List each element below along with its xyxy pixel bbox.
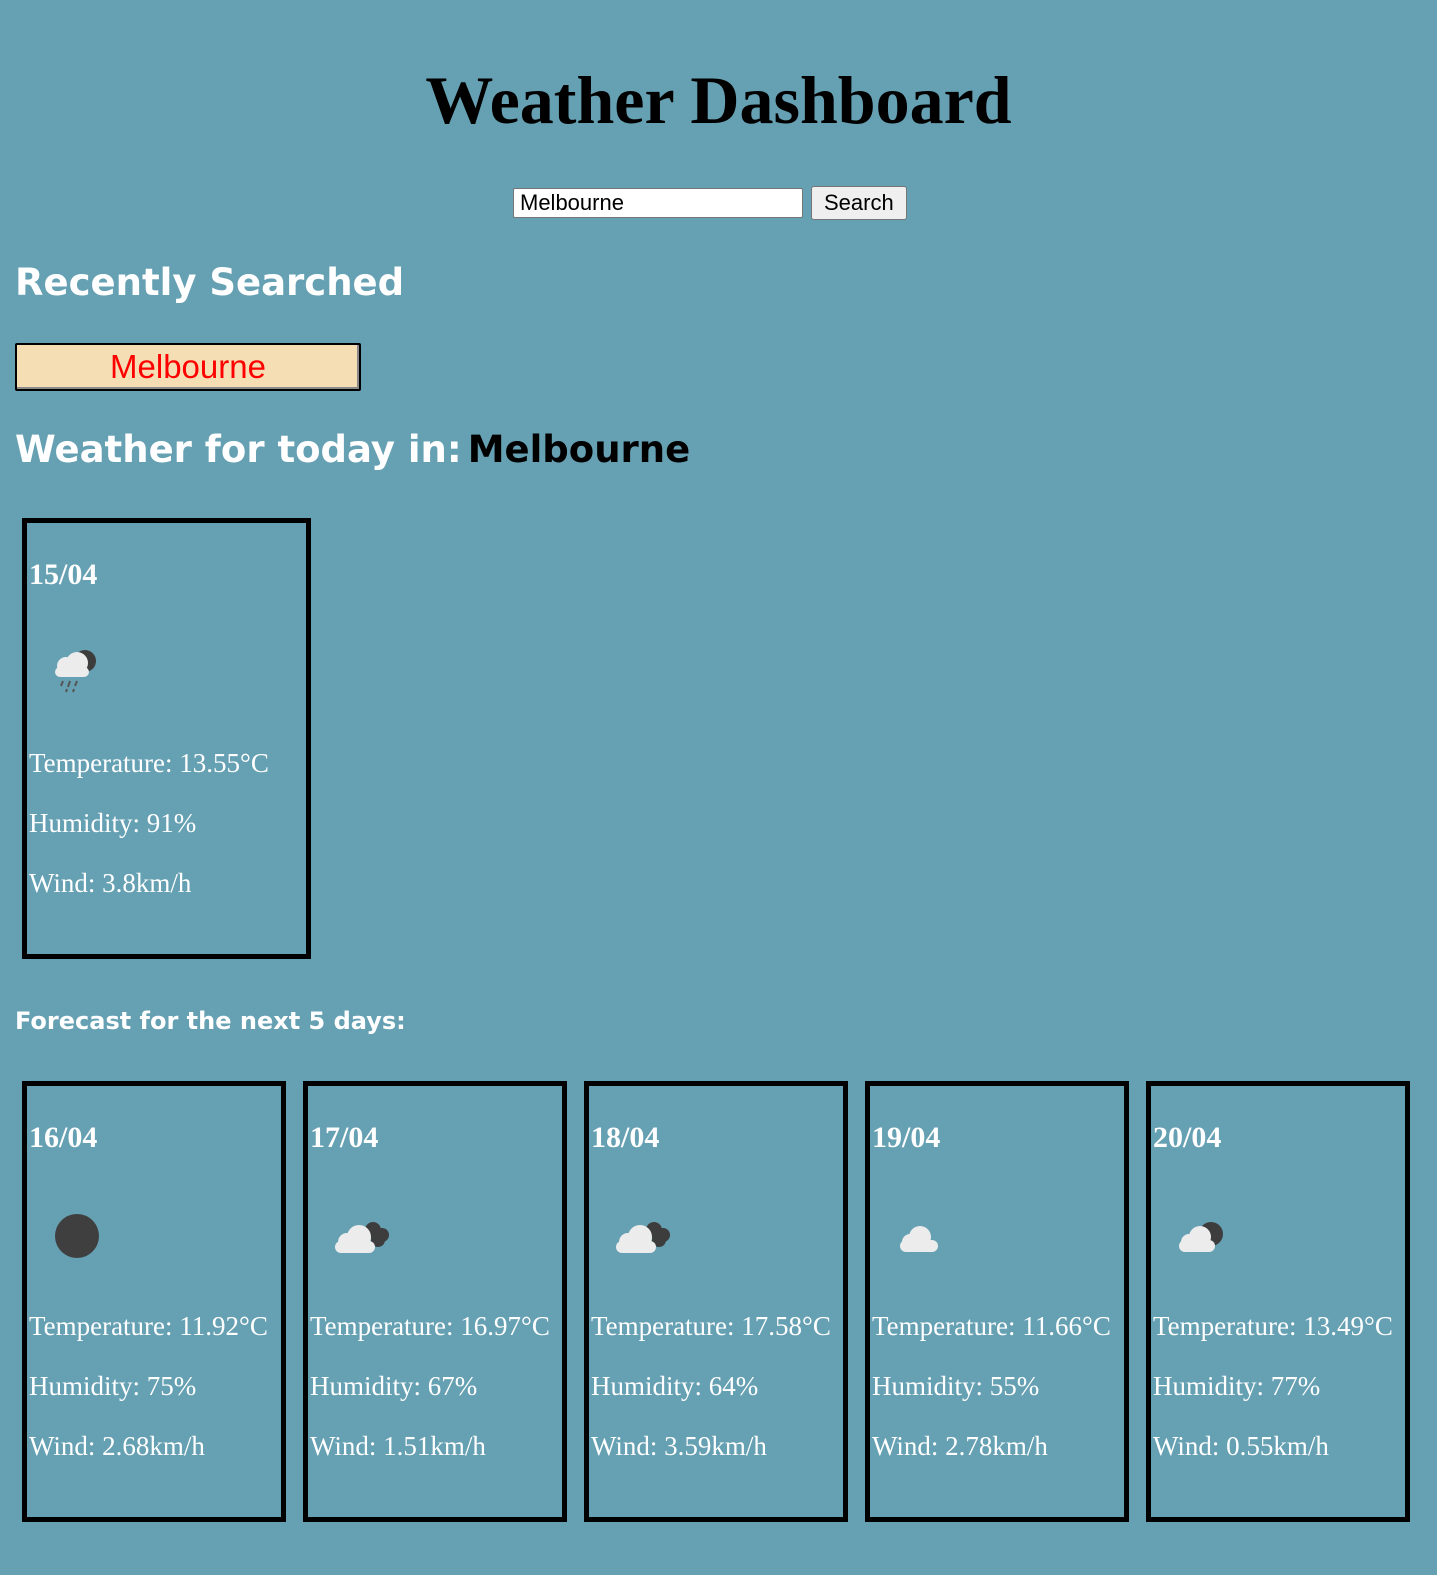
search-input[interactable] [513, 188, 803, 218]
broken-clouds-icon [616, 1222, 670, 1253]
forecast-card: 19/04 Temperature: 11.66°C Humidity: 55%… [865, 1081, 1129, 1522]
card-humidity: Humidity: 64% [591, 1371, 759, 1401]
card-temperature: Temperature: 11.92°C [29, 1311, 268, 1341]
forecast-card: 16/04 Temperature: 11.92°C Humidity: 75%… [22, 1081, 286, 1522]
card-temperature: Temperature: 16.97°C [310, 1311, 550, 1341]
card-temperature: Temperature: 17.58°C [591, 1311, 831, 1341]
card-wind: Wind: 3.8km/h [29, 868, 192, 898]
today-city: Melbourne [467, 428, 691, 471]
card-wind: Wind: 0.55km/h [1153, 1431, 1329, 1461]
card-wind: Wind: 1.51km/h [310, 1431, 486, 1461]
card-date: 16/04 [29, 1121, 98, 1154]
card-wind: Wind: 3.59km/h [591, 1431, 767, 1461]
cloud-icon [900, 1226, 938, 1252]
card-humidity: Humidity: 55% [872, 1371, 1040, 1401]
forecast-card: 17/04 Temperature: 16.97°C Humidity: 67%… [303, 1081, 567, 1522]
recently-searched-heading: Recently Searched [15, 261, 405, 304]
recent-search-item-melbourne[interactable]: Melbourne [15, 343, 361, 391]
card-date: 17/04 [310, 1121, 379, 1154]
card-wind: Wind: 2.78km/h [872, 1431, 1048, 1461]
card-temperature: Temperature: 13.55°C [29, 748, 269, 778]
card-date: 20/04 [1153, 1121, 1222, 1154]
card-wind: Wind: 2.68km/h [29, 1431, 205, 1461]
forecast-card: 20/04 Temperature: 13.49°C Humidity: 77%… [1146, 1081, 1410, 1522]
card-date: 18/04 [591, 1121, 660, 1154]
forecast-card: 18/04 Temperature: 17.58°C Humidity: 64%… [584, 1081, 848, 1522]
card-date: 15/04 [29, 558, 98, 591]
search-bar: Search [513, 186, 907, 220]
today-heading-label: Weather for today in: [15, 428, 462, 471]
card-temperature: Temperature: 11.66°C [872, 1311, 1111, 1341]
clear-night-icon [55, 1214, 99, 1258]
card-humidity: Humidity: 91% [29, 808, 197, 838]
search-button[interactable]: Search [811, 186, 907, 220]
card-humidity: Humidity: 75% [29, 1371, 197, 1401]
broken-clouds-icon [335, 1222, 389, 1253]
card-temperature: Temperature: 13.49°C [1153, 1311, 1393, 1341]
today-weather-card: 15/04 Temperature: 13.55°C Humidity: 91%… [22, 518, 311, 959]
card-humidity: Humidity: 67% [310, 1371, 478, 1401]
forecast-heading: Forecast for the next 5 days: [15, 1007, 406, 1035]
card-humidity: Humidity: 77% [1153, 1371, 1321, 1401]
today-heading: Weather for today in: Melbourne [15, 425, 690, 475]
page-title: Weather Dashboard [425, 62, 1012, 138]
rain-night-icon [55, 650, 96, 693]
few-clouds-night-icon [1179, 1222, 1223, 1252]
card-date: 19/04 [872, 1121, 941, 1154]
